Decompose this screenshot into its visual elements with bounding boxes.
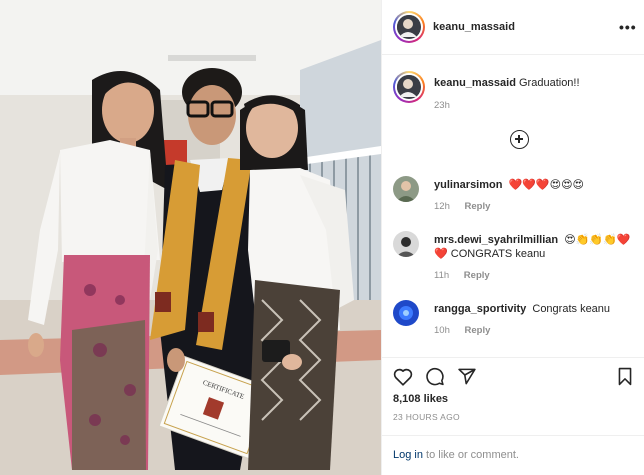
heart-icon[interactable] (393, 367, 413, 386)
comment-time[interactable]: 12h (434, 201, 450, 212)
paper-plane-icon[interactable] (457, 367, 477, 386)
avatar-image (397, 75, 419, 97)
commenter-avatar[interactable] (393, 300, 419, 326)
post-header: keanu_massaid ••• (382, 0, 644, 55)
comment-body: Congrats keanu (532, 303, 611, 315)
post-timestamp[interactable]: 23 HOURS AGO (393, 412, 460, 422)
comment-text: mrs.dewi_syahrilmillian 😍👏👏👏❤️❤️ CONGRAT… (434, 233, 639, 261)
graduation-photo: CERTIFICATE (0, 0, 381, 475)
caption-body: Graduation!! (519, 77, 580, 89)
post-details-panel: keanu_massaid ••• keanu_massaid Graduati… (381, 0, 644, 475)
comment-username[interactable]: yulinarsimon (434, 179, 502, 191)
comment-meta: 11h Reply (434, 270, 490, 281)
likes-count[interactable]: 8,108 likes (393, 393, 448, 405)
login-prompt: Log in to like or comment. (382, 435, 644, 475)
profile-avatar[interactable] (393, 11, 425, 43)
caption-timestamp[interactable]: 23h (434, 100, 450, 111)
more-options-icon[interactable]: ••• (619, 20, 637, 34)
comment-text: yulinarsimon ❤️❤️❤️😍😍😍 (434, 178, 639, 192)
bookmark-icon[interactable] (616, 367, 634, 386)
avatar-image (393, 176, 419, 202)
caption-avatar[interactable] (393, 71, 425, 103)
avatar-image (397, 15, 419, 37)
login-link[interactable]: Log in (393, 449, 423, 461)
reply-button[interactable]: Reply (464, 270, 490, 281)
header-username[interactable]: keanu_massaid (433, 21, 515, 33)
post-actions: 8,108 likes 23 HOURS AGO Log in to like … (382, 357, 644, 475)
comment-body: ❤️❤️❤️😍😍😍 (508, 179, 585, 191)
comment-text: rangga_sportivity Congrats keanu (434, 302, 639, 316)
commenter-avatar[interactable] (393, 231, 419, 257)
login-prompt-text: to like or comment. (422, 449, 519, 461)
comment-time[interactable]: 11h (434, 270, 449, 281)
caption-text: keanu_massaid Graduation!! (434, 76, 639, 90)
comment-icon[interactable] (425, 367, 445, 386)
comment-meta: 12h Reply (434, 201, 490, 212)
comment-username[interactable]: rangga_sportivity (434, 303, 526, 315)
reply-button[interactable]: Reply (465, 325, 491, 336)
add-circle-icon[interactable] (510, 130, 529, 149)
reply-button[interactable]: Reply (465, 201, 491, 212)
commenter-avatar[interactable] (393, 176, 419, 202)
avatar-image (393, 231, 419, 257)
comment-username[interactable]: mrs.dewi_syahrilmillian (434, 234, 558, 246)
comment-time[interactable]: 10h (434, 325, 450, 336)
post-photo[interactable]: CERTIFICATE (0, 0, 381, 475)
caption-username[interactable]: keanu_massaid (434, 77, 516, 89)
avatar-image (393, 300, 419, 326)
comment-meta: 10h Reply (434, 325, 490, 336)
